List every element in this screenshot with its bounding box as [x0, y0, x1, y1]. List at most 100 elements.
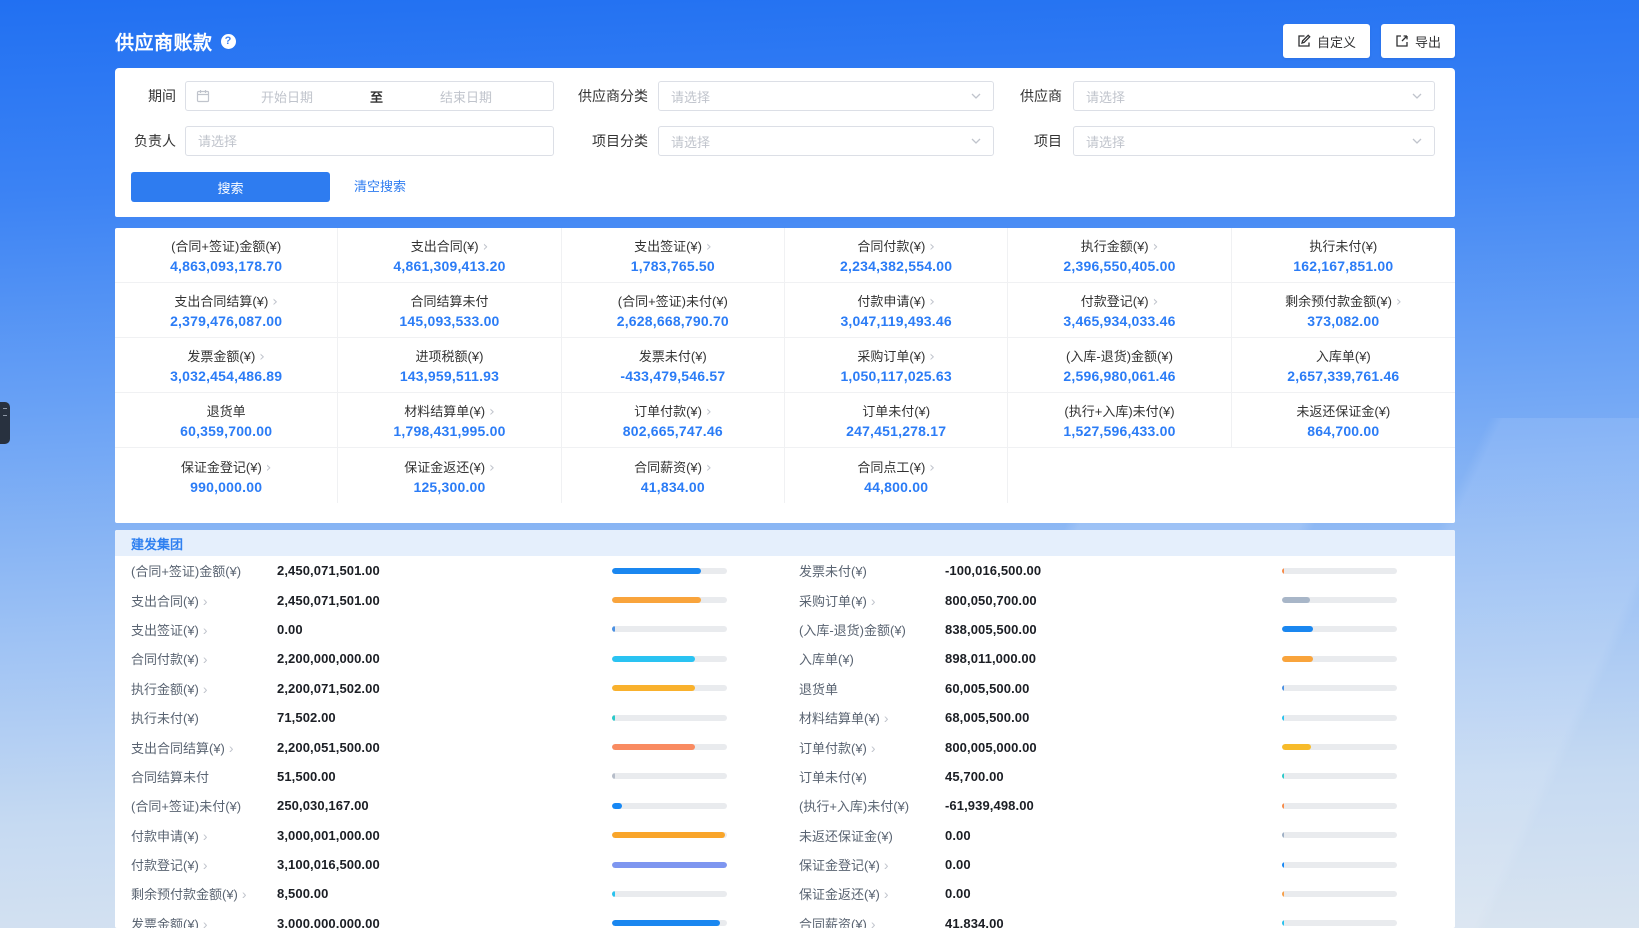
- start-date-placeholder[interactable]: 开始日期: [210, 87, 364, 106]
- summary-cell[interactable]: 剩余预付款金额(¥)›373,082.00: [1232, 283, 1455, 338]
- summary-cell[interactable]: 支出合同结算(¥) › 2,379,476,087.00: [115, 283, 338, 338]
- period-label: 期间: [115, 81, 176, 111]
- summary-cell: 入库单(¥)2,657,339,761.46: [1232, 338, 1455, 393]
- metric-bar-track: [1282, 715, 1397, 721]
- metric-label-text: 支出合同(¥): [131, 594, 199, 609]
- summary-cell: 进项税额(¥)143,959,511.93: [338, 338, 561, 393]
- metric-label-text: 支出签证(¥): [131, 623, 199, 638]
- chevron-right-icon[interactable]: ›: [242, 886, 247, 902]
- summary-cell[interactable]: 合同薪资(¥)›41,834.00: [562, 448, 785, 503]
- owner-input[interactable]: [185, 126, 554, 156]
- chevron-right-icon[interactable]: ›: [929, 460, 935, 476]
- metric-label: 支出签证(¥) ›: [131, 620, 277, 639]
- project-category-select[interactable]: 请选择: [658, 126, 994, 156]
- chevron-right-icon[interactable]: ›: [706, 239, 712, 255]
- chevron-right-icon[interactable]: ›: [929, 349, 935, 365]
- summary-cell[interactable]: 支出签证(¥)›1,783,765.50: [562, 228, 785, 283]
- help-icon[interactable]: ?: [221, 34, 236, 49]
- metric-bar-fill: [1282, 891, 1284, 897]
- clear-search-link[interactable]: 清空搜索: [354, 172, 406, 202]
- chevron-right-icon[interactable]: ›: [203, 593, 208, 609]
- chevron-right-icon[interactable]: ›: [272, 294, 278, 310]
- summary-cell[interactable]: 付款登记(¥)›3,465,934,033.46: [1008, 283, 1231, 338]
- chevron-right-icon[interactable]: ›: [929, 239, 935, 255]
- metric-value: 838,005,500.00: [945, 622, 1037, 637]
- metric-label: 合同结算未付: [131, 767, 277, 786]
- summary-cell[interactable]: 采购订单(¥)›1,050,117,025.63: [785, 338, 1008, 393]
- chevron-right-icon[interactable]: ›: [884, 886, 889, 902]
- summary-cell[interactable]: 合同点工(¥)›44,800.00: [785, 448, 1008, 503]
- metric-label-text: 合同结算未付: [131, 770, 209, 785]
- side-drawer-handle[interactable]: [0, 402, 10, 444]
- chevron-right-icon[interactable]: ›: [203, 622, 208, 638]
- metric-label: 发票金额(¥) ›: [131, 914, 277, 928]
- metric-bar-track: [1282, 626, 1397, 632]
- chevron-right-icon[interactable]: ›: [203, 651, 208, 667]
- supplier-category-select[interactable]: 请选择: [658, 81, 994, 111]
- chevron-right-icon[interactable]: ›: [884, 857, 889, 873]
- metric-label-text: 发票金额(¥): [131, 917, 199, 928]
- summary-cell-value: 3,032,454,486.89: [170, 368, 282, 384]
- summary-label-text: 采购订单(¥): [857, 349, 925, 364]
- export-button[interactable]: 导出: [1381, 24, 1455, 58]
- date-range-to: 至: [364, 87, 389, 106]
- chevron-right-icon[interactable]: ›: [884, 710, 889, 726]
- search-button[interactable]: 搜索: [131, 172, 330, 202]
- summary-cell-value: 60,359,700.00: [180, 423, 272, 439]
- summary-label-text: 退货单: [207, 404, 246, 419]
- metric-bar-fill: [612, 803, 622, 809]
- group-name[interactable]: 建发集团: [131, 534, 183, 553]
- metric-label: 订单付款(¥)›: [799, 738, 945, 757]
- chevron-right-icon[interactable]: ›: [706, 460, 712, 476]
- chevron-right-icon[interactable]: ›: [259, 349, 265, 365]
- project-select[interactable]: 请选择: [1073, 126, 1435, 156]
- chevron-right-icon[interactable]: ›: [1153, 239, 1159, 255]
- summary-cell[interactable]: 保证金登记(¥)›990,000.00: [115, 448, 338, 503]
- chevron-right-icon[interactable]: ›: [203, 681, 208, 697]
- chevron-right-icon[interactable]: ›: [483, 239, 489, 255]
- summary-panel: (合同+签证)金额(¥)4,863,093,178.70支出合同(¥)›4,86…: [115, 228, 1455, 523]
- metric-row: 支出合同结算(¥)›2,200,051,500.00: [131, 732, 727, 761]
- summary-label-text: 支出合同结算(¥): [174, 294, 268, 309]
- summary-cell[interactable]: 付款申请(¥)›3,047,119,493.46: [785, 283, 1008, 338]
- summary-cell[interactable]: 执行金额(¥)›2,396,550,405.00: [1008, 228, 1231, 283]
- summary-cell[interactable]: 合同付款(¥)›2,234,382,554.00: [785, 228, 1008, 283]
- chevron-right-icon[interactable]: ›: [871, 740, 876, 756]
- chevron-right-icon[interactable]: ›: [871, 593, 876, 609]
- metric-row: 合同结算未付51,500.00: [131, 762, 727, 791]
- summary-cell[interactable]: 材料结算单(¥)›1,798,431,995.00: [338, 393, 561, 448]
- chevron-right-icon[interactable]: ›: [1153, 294, 1159, 310]
- metric-label-text: 入库单(¥): [799, 652, 854, 667]
- customize-button[interactable]: 自定义: [1283, 24, 1370, 58]
- summary-cell: 发票未付(¥)-433,479,546.57: [562, 338, 785, 393]
- summary-cell: (入库-退货)金额(¥)2,596,980,061.46: [1008, 338, 1231, 393]
- summary-cell-value: 2,379,476,087.00: [170, 313, 282, 329]
- chevron-right-icon[interactable]: ›: [203, 916, 208, 928]
- summary-cell[interactable]: 保证金返还(¥)›125,300.00: [338, 448, 561, 503]
- supplier-select[interactable]: 请选择: [1073, 81, 1435, 111]
- date-range-input[interactable]: 开始日期 至 结束日期: [185, 81, 554, 111]
- metric-bar-track: [612, 597, 727, 603]
- chevron-right-icon[interactable]: ›: [203, 828, 208, 844]
- metric-label: 保证金返还(¥)›: [799, 884, 945, 903]
- summary-cell-label: 付款申请(¥)›: [857, 291, 935, 310]
- metric-bar-track: [612, 744, 727, 750]
- end-date-placeholder[interactable]: 结束日期: [389, 87, 543, 106]
- chevron-right-icon[interactable]: ›: [1396, 294, 1402, 310]
- metric-bar-track: [612, 920, 727, 926]
- chevron-right-icon[interactable]: ›: [929, 294, 935, 310]
- chevron-right-icon[interactable]: ›: [203, 857, 208, 873]
- chevron-right-icon[interactable]: ›: [266, 460, 272, 476]
- chevron-right-icon[interactable]: ›: [489, 404, 495, 420]
- supplier-category-label: 供应商分类: [570, 81, 648, 111]
- chevron-right-icon[interactable]: ›: [871, 916, 876, 928]
- chevron-right-icon[interactable]: ›: [706, 404, 712, 420]
- chevron-right-icon[interactable]: ›: [489, 460, 495, 476]
- chevron-right-icon[interactable]: ›: [229, 740, 234, 756]
- summary-cell[interactable]: 发票金额(¥)›3,032,454,486.89: [115, 338, 338, 393]
- summary-cell[interactable]: 支出合同(¥)›4,861,309,413.20: [338, 228, 561, 283]
- metric-value: 3,100,016,500.00: [277, 857, 380, 872]
- metric-label: 支出合同结算(¥)›: [131, 738, 277, 757]
- summary-cell[interactable]: 订单付款(¥)›802,665,747.46: [562, 393, 785, 448]
- metric-label: 退货单: [799, 679, 945, 698]
